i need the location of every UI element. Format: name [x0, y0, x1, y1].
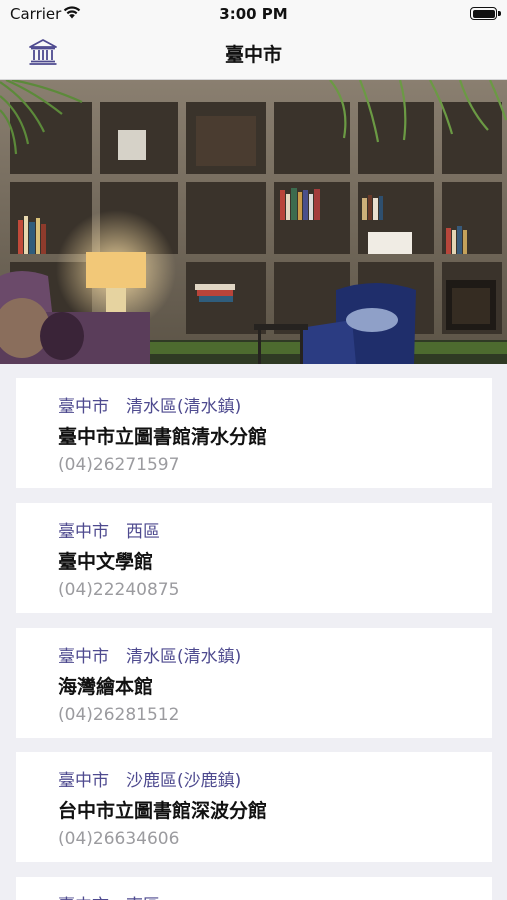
library-region: 臺中市 南區 [58, 891, 160, 900]
library-name: 海灣繪本館 [58, 676, 154, 698]
library-card[interactable]: 臺中市 南區 [16, 877, 492, 900]
library-name: 臺中文學館 [58, 551, 154, 573]
library-phone: (04)26281512 [58, 705, 180, 725]
navigation-bar: 臺中市 [0, 28, 507, 80]
library-name: 臺中市立圖書館清水分館 [58, 426, 268, 448]
library-region: 臺中市 清水區(清水鎮) [58, 397, 242, 417]
library-name: 台中市立圖書館深波分館 [58, 800, 268, 822]
battery-icon [470, 7, 501, 20]
library-card[interactable]: 臺中市 清水區(清水鎮) 海灣繪本館 (04)26281512 [16, 628, 492, 738]
library-card[interactable]: 臺中市 西區 臺中文學館 (04)22240875 [16, 503, 492, 613]
library-region: 臺中市 西區 [58, 522, 160, 542]
library-phone: (04)22240875 [58, 580, 180, 600]
library-phone: (04)26634606 [58, 829, 180, 849]
library-region: 臺中市 沙鹿區(沙鹿鎮) [58, 771, 242, 791]
library-phone: (04)26271597 [58, 455, 180, 475]
clock-label: 3:00 PM [219, 5, 288, 23]
library-card[interactable]: 臺中市 清水區(清水鎮) 臺中市立圖書館清水分館 (04)26271597 [16, 378, 492, 488]
status-bar: Carrier 3:00 PM [0, 0, 507, 28]
page-title: 臺中市 [224, 44, 282, 66]
hero-image [0, 80, 507, 364]
library-region: 臺中市 清水區(清水鎮) [58, 647, 242, 667]
library-card[interactable]: 臺中市 沙鹿區(沙鹿鎮) 台中市立圖書館深波分館 (04)26634606 [16, 752, 492, 862]
bookshelf-photo [0, 80, 507, 364]
